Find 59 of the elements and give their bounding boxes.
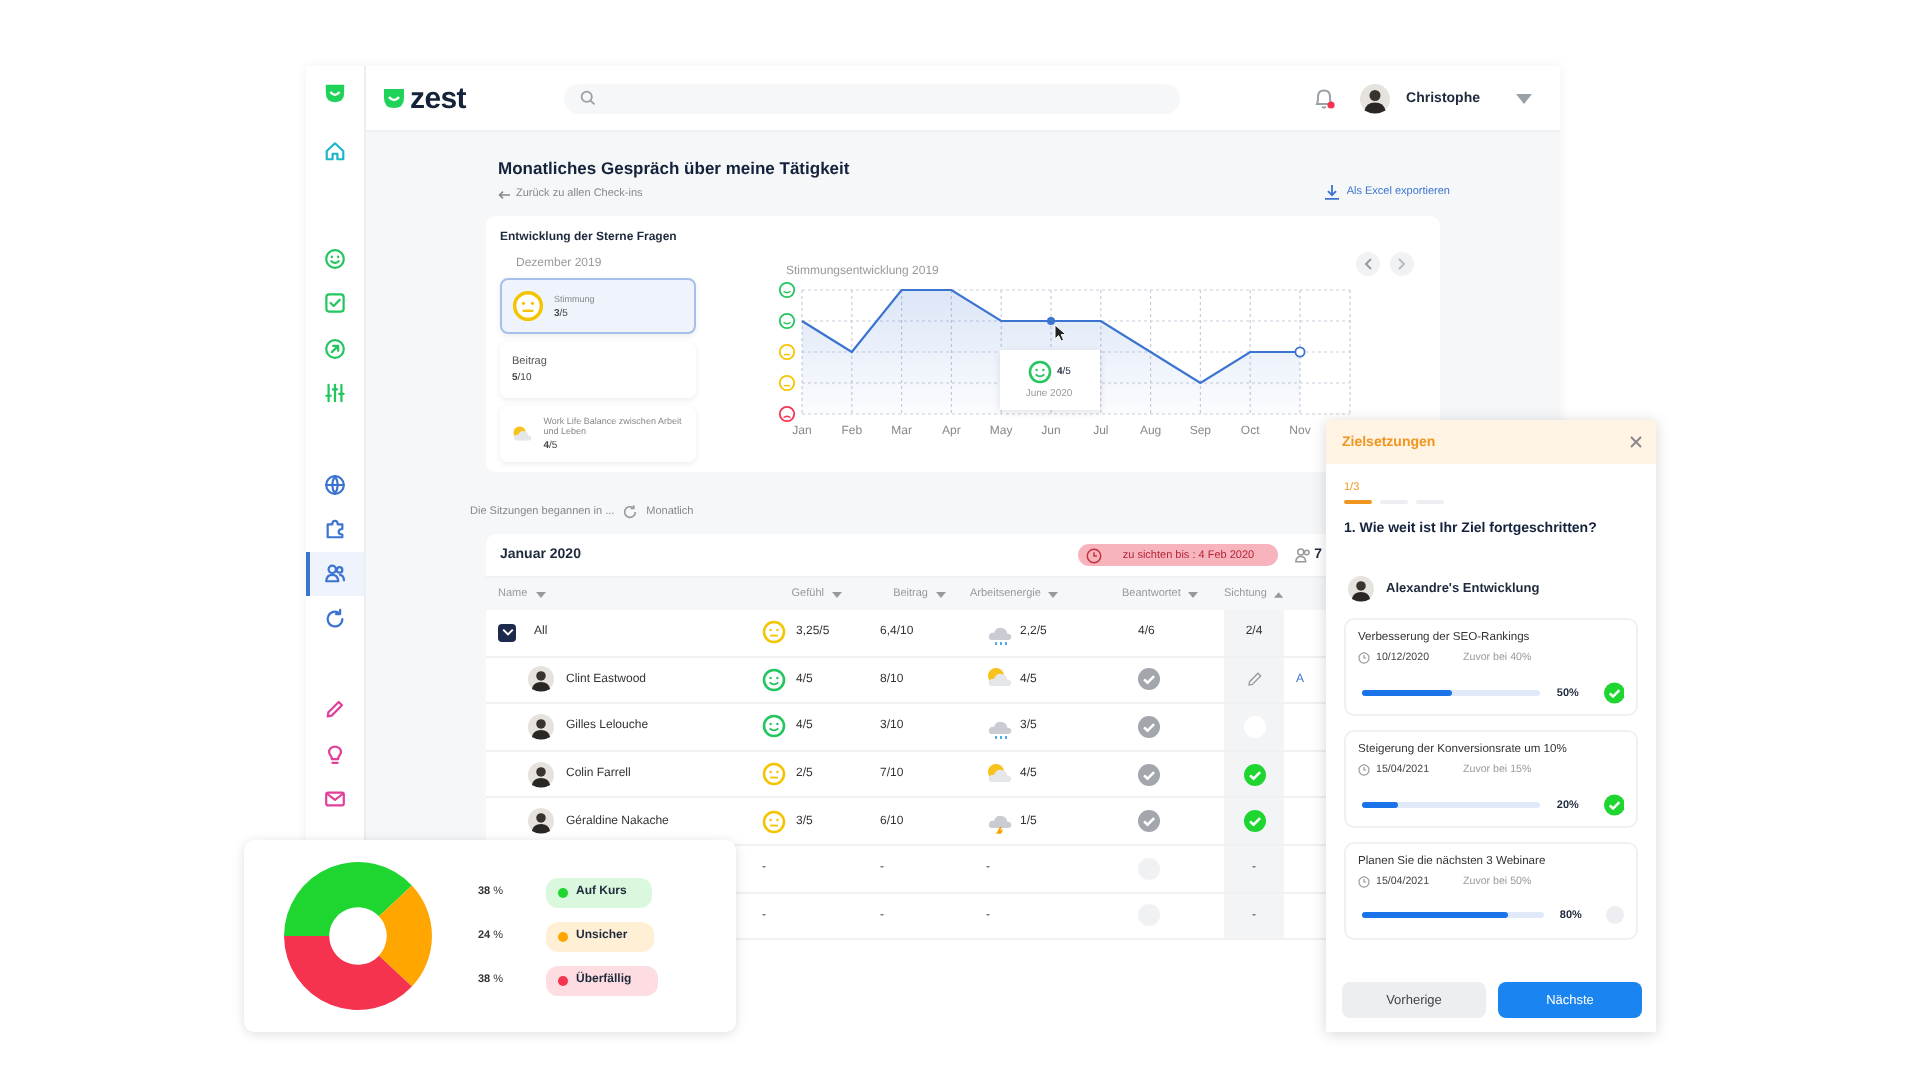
mail-icon[interactable]	[324, 787, 346, 810]
sun-cloud-icon	[986, 761, 1014, 788]
puzzle-icon[interactable]	[324, 518, 346, 541]
sidebar-item[interactable]	[306, 551, 364, 597]
download-icon	[1324, 184, 1341, 200]
clock-icon	[1358, 764, 1370, 776]
reviewed-check-icon	[1243, 810, 1265, 833]
neutral-face-icon	[512, 290, 544, 322]
avatar	[528, 808, 554, 835]
logo-icon	[382, 86, 406, 110]
refresh-icon	[622, 504, 639, 520]
sliders-icon[interactable]	[324, 382, 346, 405]
avatar	[528, 713, 554, 740]
page-title: Monatliches Gespräch über meine Tätigkeit	[498, 158, 850, 178]
avatar	[528, 666, 554, 693]
caret-icon[interactable]	[1516, 93, 1532, 103]
neutral-face-icon	[762, 620, 786, 645]
happy-face-icon	[1027, 359, 1052, 383]
previous-button[interactable]	[1356, 251, 1380, 275]
people-icon[interactable]	[324, 562, 346, 585]
mood-face-icon	[778, 374, 796, 392]
arrow-left-icon	[498, 189, 510, 199]
close-button[interactable]	[1630, 436, 1642, 448]
clock-icon	[1358, 652, 1370, 664]
pencil-icon[interactable]	[324, 698, 346, 721]
neutral-face-icon	[762, 809, 786, 834]
reviewed-check-icon	[1243, 763, 1265, 786]
pencil-icon[interactable]	[1245, 670, 1263, 689]
notification-bell-icon[interactable]	[1312, 86, 1337, 110]
next-button[interactable]	[1390, 251, 1414, 275]
arrow-circle-icon[interactable]	[324, 337, 346, 360]
checkbox[interactable]	[498, 623, 516, 642]
mood-face-icon	[778, 405, 796, 423]
avatar[interactable]	[1360, 83, 1391, 113]
smiley-icon[interactable]	[324, 248, 346, 271]
neutral-face-icon	[762, 762, 786, 787]
people-icon	[1294, 546, 1313, 564]
happy-face-icon	[762, 667, 786, 692]
happy-face-icon	[762, 714, 786, 739]
refresh-icon[interactable]	[324, 607, 346, 630]
check-square-icon[interactable]	[324, 292, 346, 315]
bulb-icon[interactable]	[324, 743, 346, 766]
chevron-left-icon	[1364, 257, 1372, 269]
avatar	[528, 761, 554, 788]
avatar	[1348, 576, 1374, 602]
clock-icon	[1086, 547, 1103, 563]
logo-icon[interactable]	[324, 82, 346, 104]
logo-text: zest	[410, 81, 466, 115]
close-icon	[1630, 436, 1642, 448]
globe-icon[interactable]	[324, 473, 346, 496]
mood-face-icon	[778, 343, 796, 361]
chevron-right-icon	[1398, 257, 1406, 269]
home-icon[interactable]	[324, 139, 346, 162]
clock-icon	[1358, 876, 1370, 888]
mood-face-icon	[778, 312, 796, 330]
cursor-icon	[1053, 323, 1067, 341]
search-icon	[580, 90, 596, 106]
search-field[interactable]	[564, 83, 1180, 113]
mood-face-icon	[778, 281, 796, 299]
